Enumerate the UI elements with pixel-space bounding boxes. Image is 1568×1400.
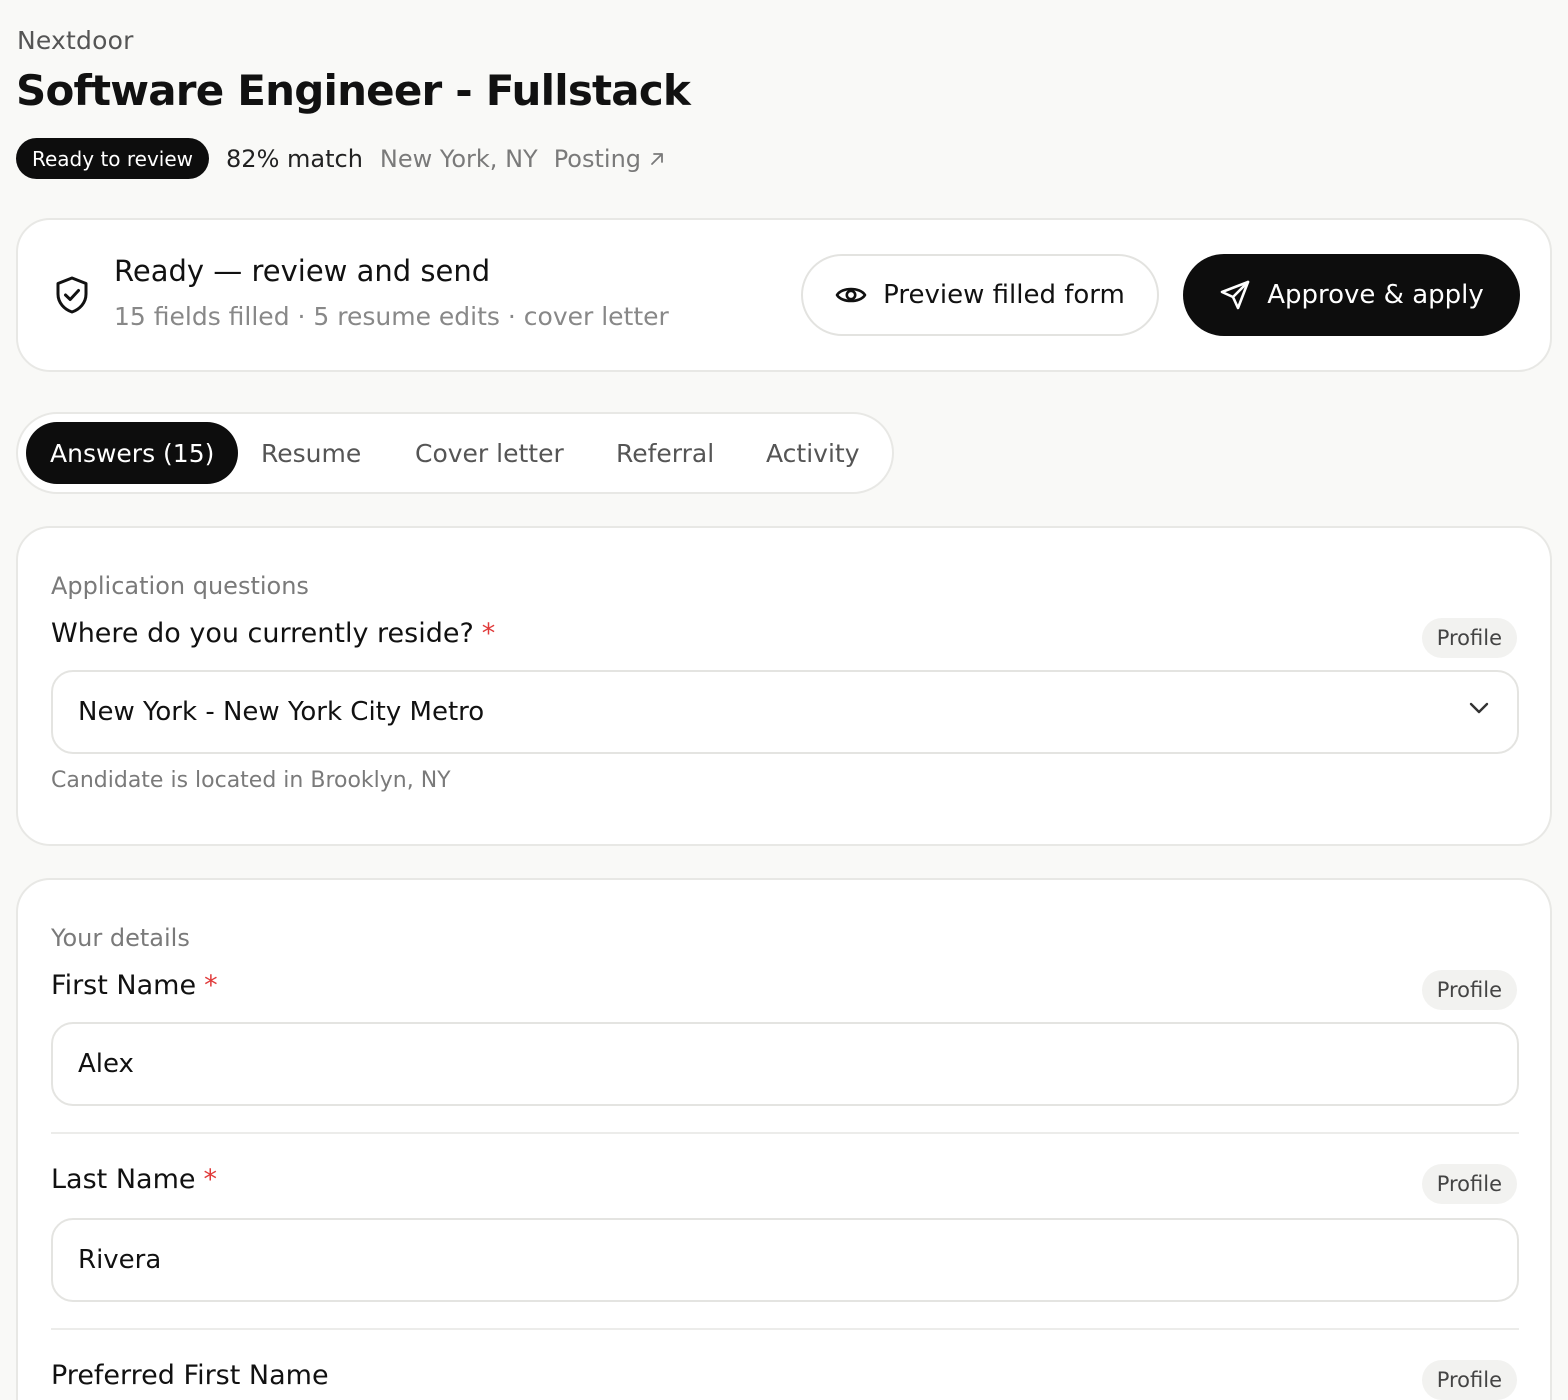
application-review-page: Nextdoor Software Engineer - Fullstack R… xyxy=(0,0,1568,1400)
tab-cover-letter[interactable]: Cover letter xyxy=(415,414,564,492)
section-title: Application questions xyxy=(51,572,309,600)
tab-activity[interactable]: Activity xyxy=(766,414,860,492)
match-score: 82% match xyxy=(226,144,363,173)
review-tabs: Answers (15) Resume Cover letter Referra… xyxy=(16,412,894,494)
chevron-down-icon xyxy=(1469,702,1489,714)
last-name-label: Last Name * xyxy=(51,1164,217,1195)
source-badge: Profile xyxy=(1421,970,1517,1010)
field-divider xyxy=(51,1328,1519,1330)
shield-check-icon xyxy=(56,276,88,314)
ready-summary: 15 fields filled · 5 resume edits · cove… xyxy=(114,302,669,331)
job-location: New York, NY xyxy=(379,144,538,173)
posting-link[interactable]: Posting xyxy=(554,145,665,173)
last-name-label-text: Last Name xyxy=(51,1164,196,1195)
tab-referral[interactable]: Referral xyxy=(616,414,714,492)
source-badge: Profile xyxy=(1421,618,1517,658)
source-badge: Profile xyxy=(1421,1360,1517,1400)
required-marker: * xyxy=(203,1164,217,1195)
approve-and-apply-button[interactable]: Approve & apply xyxy=(1183,254,1520,336)
section-title: Your details xyxy=(51,924,190,952)
job-meta-row: Ready to review 82% match New York, NY P… xyxy=(16,138,665,179)
first-name-label-text: First Name xyxy=(51,970,197,1001)
send-icon xyxy=(1220,280,1250,310)
approve-button-label: Approve & apply xyxy=(1267,280,1484,310)
tab-resume[interactable]: Resume xyxy=(261,414,361,492)
eye-icon xyxy=(835,287,867,303)
tab-answers[interactable]: Answers (15) xyxy=(26,422,239,484)
preview-filled-form-button[interactable]: Preview filled form xyxy=(801,254,1159,336)
ready-title: Ready — review and send xyxy=(114,254,491,288)
field-hint: Candidate is located in Brooklyn, NY xyxy=(51,768,451,793)
required-marker: * xyxy=(481,618,496,649)
first-name-label: First Name * xyxy=(51,970,218,1001)
question-text: Where do you currently reside? xyxy=(51,618,474,649)
field-divider xyxy=(51,1132,1519,1134)
question-label: Where do you currently reside? * xyxy=(51,618,495,649)
preferred-first-name-label: Preferred First Name xyxy=(51,1360,329,1391)
status-badge: Ready to review xyxy=(16,138,210,179)
company-name: Nextdoor xyxy=(17,26,134,55)
arrow-up-right-icon xyxy=(651,152,663,165)
posting-link-label: Posting xyxy=(553,144,642,173)
your-details-card: Your details First Name * Profile Alex La… xyxy=(16,878,1552,1400)
residence-select-value: New York - New York City Metro xyxy=(78,697,485,727)
source-badge: Profile xyxy=(1421,1164,1517,1204)
ready-action-card: Ready — review and send 15 fields filled… xyxy=(16,218,1552,372)
application-questions-card: Application questions Where do you curre… xyxy=(16,526,1552,846)
residence-select[interactable]: New York - New York City Metro xyxy=(51,670,1519,754)
job-title: Software Engineer - Fullstack xyxy=(16,66,691,115)
preview-button-label: Preview filled form xyxy=(883,280,1125,310)
first-name-field[interactable]: Alex xyxy=(51,1022,1519,1106)
required-marker: * xyxy=(204,970,218,1001)
last-name-field[interactable]: Rivera xyxy=(51,1218,1519,1302)
